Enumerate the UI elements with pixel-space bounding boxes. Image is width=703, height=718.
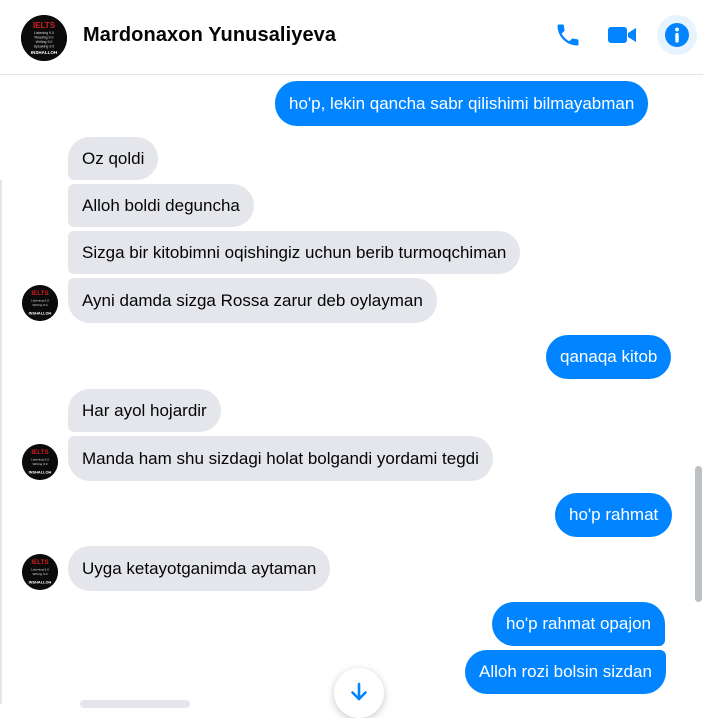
message-incoming[interactable]: Manda ham shu sizdagi holat bolgandi yor… (68, 436, 493, 481)
svg-text:Reading 9.0: Reading 9.0 (35, 36, 54, 40)
message-outgoing[interactable]: ho'p rahmat (555, 493, 673, 537)
message-incoming[interactable]: Sizga bir kitobimni oqishingiz uchun ber… (68, 231, 521, 274)
svg-text:INSHALLOH: INSHALLOH (31, 50, 57, 55)
info-icon[interactable] (657, 15, 697, 55)
contact-avatar[interactable]: IELTS Listening 9.0 Reading 9.0 Writing … (21, 15, 67, 61)
message-outgoing[interactable]: qanaqa kitob (546, 335, 672, 379)
message-outgoing[interactable]: ho'p rahmat opajon (492, 602, 666, 646)
svg-text:IELTS: IELTS (31, 449, 48, 456)
message-outgoing[interactable]: ho'p, lekin qancha sabr qilishimi bilmay… (275, 81, 649, 126)
message-outgoing[interactable]: Alloh rozi bolsin sizdan (465, 650, 666, 694)
message-incoming-partial (80, 700, 190, 708)
message-incoming[interactable]: Har ayol hojardir (68, 389, 221, 432)
svg-text:Listening 9.0: Listening 9.0 (31, 457, 49, 461)
scroll-to-bottom-button[interactable] (334, 668, 384, 718)
arrow-down-icon (351, 682, 367, 701)
svg-text:Writing 9.0: Writing 9.0 (36, 40, 53, 44)
scrollbar-track[interactable] (693, 75, 703, 704)
chat-header: IELTS Listening 9.0 Reading 9.0 Writing … (0, 0, 703, 75)
svg-text:INSHALLOH: INSHALLOH (29, 580, 52, 585)
message-incoming[interactable]: Alloh boldi deguncha (68, 184, 254, 227)
sender-avatar[interactable]: IELTS Listening 9.0 Writing 9.0 INSHALLO… (22, 444, 58, 480)
svg-text:IELTS: IELTS (31, 290, 48, 297)
message-incoming[interactable]: Uyga ketayotganimda aytaman (68, 546, 331, 591)
message-incoming[interactable]: Oz qoldi (68, 137, 159, 180)
svg-text:INSHALLOH: INSHALLOH (29, 470, 52, 475)
svg-text:Listening 9.0: Listening 9.0 (34, 31, 54, 35)
svg-text:IELTS: IELTS (33, 21, 56, 30)
sender-avatar[interactable]: IELTS Listening 9.0 Writing 9.0 INSHALLO… (22, 285, 58, 321)
svg-text:Listening 9.0: Listening 9.0 (31, 298, 49, 302)
svg-text:Writing 9.0: Writing 9.0 (33, 572, 48, 576)
svg-text:Writing 9.0: Writing 9.0 (33, 462, 48, 466)
svg-text:IELTS: IELTS (31, 559, 48, 566)
scrollbar-thumb[interactable] (695, 466, 702, 602)
phone-icon[interactable] (552, 19, 584, 51)
panel-divider (0, 180, 2, 704)
svg-text:Writing 9.0: Writing 9.0 (33, 303, 48, 307)
svg-text:Speaking 9.0: Speaking 9.0 (34, 45, 54, 49)
sender-avatar[interactable]: IELTS Listening 9.0 Writing 9.0 INSHALLO… (22, 554, 58, 590)
svg-text:INSHALLOH: INSHALLOH (29, 311, 52, 316)
video-call-icon[interactable] (606, 19, 638, 51)
message-incoming[interactable]: Ayni damda sizga Rossa zarur deb oylayma… (68, 278, 437, 323)
svg-text:Listening 9.0: Listening 9.0 (31, 567, 49, 571)
contact-name[interactable]: Mardonaxon Yunusaliyeva (83, 24, 336, 47)
